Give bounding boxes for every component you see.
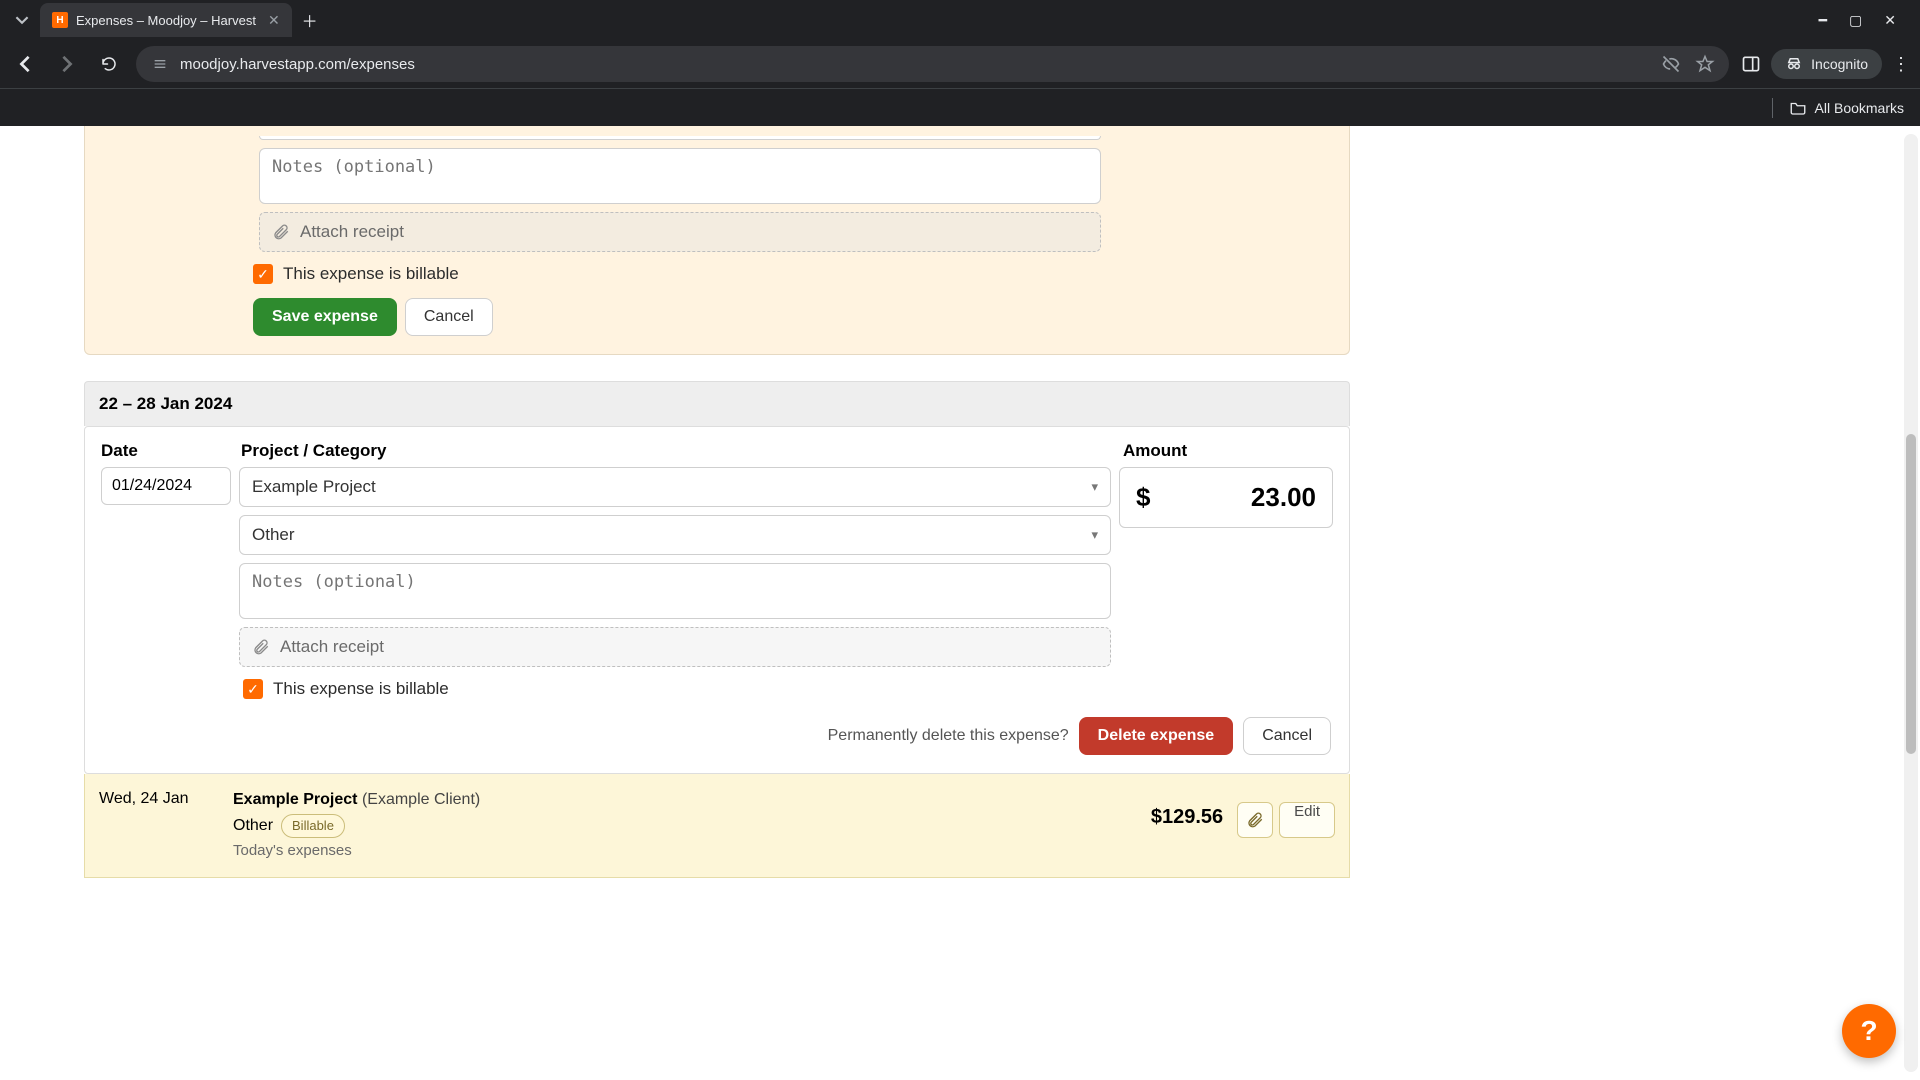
list-amount: $129.56 xyxy=(1151,788,1223,829)
expense-form-top: Attach receipt ✓ This expense is billabl… xyxy=(84,126,1350,355)
notes-input-top[interactable] xyxy=(259,148,1101,204)
new-tab-button[interactable]: ＋ xyxy=(296,6,324,34)
scrollbar-thumb[interactable] xyxy=(1906,434,1916,754)
expense-form-edit: Date Project / Category Amount 01/24/202… xyxy=(84,426,1350,774)
list-category: Other xyxy=(233,814,273,838)
delete-confirm-row: Permanently delete this expense? Delete … xyxy=(85,699,1349,773)
incognito-label: Incognito xyxy=(1811,56,1868,72)
billable-row: ✓ This expense is billable xyxy=(85,667,1349,699)
currency-symbol: $ xyxy=(1136,482,1150,513)
paperclip-icon xyxy=(252,638,270,656)
list-client: (Example Client) xyxy=(362,791,480,808)
expense-list-row: Wed, 24 Jan Example Project (Example Cli… xyxy=(84,774,1350,878)
browser-tab[interactable]: H Expenses – Moodjoy – Harvest ✕ xyxy=(40,3,292,37)
delete-expense-button[interactable]: Delete expense xyxy=(1079,717,1234,755)
address-bar[interactable]: moodjoy.harvestapp.com/expenses xyxy=(136,46,1729,82)
week-range-header: 22 – 28 Jan 2024 xyxy=(84,381,1350,426)
billable-checkbox[interactable]: ✓ xyxy=(243,679,263,699)
favicon-icon: H xyxy=(52,12,68,28)
forward-button[interactable] xyxy=(52,49,82,79)
delete-prompt-text: Permanently delete this expense? xyxy=(828,727,1069,745)
chevron-down-icon: ▾ xyxy=(1091,479,1098,495)
kebab-menu-icon[interactable]: ⋮ xyxy=(1892,54,1910,75)
billable-badge: Billable xyxy=(281,814,345,838)
attach-receipt[interactable]: Attach receipt xyxy=(239,627,1111,667)
folder-icon xyxy=(1789,99,1807,117)
paperclip-icon xyxy=(272,223,290,241)
maximize-icon[interactable]: ▢ xyxy=(1849,12,1862,29)
tab-title: Expenses – Moodjoy – Harvest xyxy=(76,13,256,28)
eye-off-icon[interactable] xyxy=(1661,54,1681,74)
col-amount-label: Amount xyxy=(1119,441,1333,461)
browser-chrome: H Expenses – Moodjoy – Harvest ✕ ＋ ━ ▢ ✕… xyxy=(0,0,1920,126)
back-button[interactable] xyxy=(10,49,40,79)
browser-toolbar: moodjoy.harvestapp.com/expenses Incognit… xyxy=(0,40,1920,88)
save-expense-button[interactable]: Save expense xyxy=(253,298,397,336)
attach-receipt-top[interactable]: Attach receipt xyxy=(259,212,1101,252)
date-input[interactable]: 01/24/2024 xyxy=(101,467,231,505)
amount-input[interactable]: $ 23.00 xyxy=(1119,467,1333,528)
billable-row-top: ✓ This expense is billable xyxy=(95,252,1339,284)
incognito-indicator[interactable]: Incognito xyxy=(1771,49,1882,79)
amount-value: 23.00 xyxy=(1251,482,1316,513)
category-select[interactable]: Other ▾ xyxy=(239,515,1111,555)
window-controls: ━ ▢ ✕ xyxy=(1819,12,1912,29)
billable-label: This expense is billable xyxy=(273,679,449,699)
side-panel-icon[interactable] xyxy=(1741,54,1761,74)
star-icon[interactable] xyxy=(1695,54,1715,74)
minimize-icon[interactable]: ━ xyxy=(1819,12,1827,29)
tab-strip: H Expenses – Moodjoy – Harvest ✕ ＋ ━ ▢ ✕ xyxy=(0,0,1920,40)
col-project-label: Project / Category xyxy=(241,441,1119,461)
incognito-icon xyxy=(1785,55,1803,73)
site-settings-icon[interactable] xyxy=(150,54,170,74)
edit-expense-button[interactable]: Edit xyxy=(1279,802,1335,838)
list-project: Example Project xyxy=(233,791,358,808)
category-select-value: Other xyxy=(252,525,295,545)
receipt-attachment-button[interactable] xyxy=(1237,802,1273,838)
attach-receipt-label: Attach receipt xyxy=(280,637,384,657)
all-bookmarks-link[interactable]: All Bookmarks xyxy=(1815,100,1904,116)
project-select[interactable]: Example Project ▾ xyxy=(239,467,1111,507)
list-notes: Today's expenses xyxy=(233,840,1137,863)
close-tab-icon[interactable]: ✕ xyxy=(268,12,280,29)
billable-checkbox-top[interactable]: ✓ xyxy=(253,264,273,284)
reload-button[interactable] xyxy=(94,49,124,79)
project-select-value: Example Project xyxy=(252,477,376,497)
close-window-icon[interactable]: ✕ xyxy=(1884,12,1896,29)
list-date: Wed, 24 Jan xyxy=(99,788,219,808)
tab-search-button[interactable] xyxy=(8,6,36,34)
cancel-button-top[interactable]: Cancel xyxy=(405,298,493,336)
cancel-delete-button[interactable]: Cancel xyxy=(1243,717,1331,755)
bookmarks-bar: All Bookmarks xyxy=(0,88,1920,126)
page-viewport: Attach receipt ✓ This expense is billabl… xyxy=(0,126,1920,1080)
notes-input[interactable] xyxy=(239,563,1111,619)
help-fab-button[interactable]: ? xyxy=(1842,1004,1896,1058)
chevron-down-icon: ▾ xyxy=(1091,527,1098,543)
url-text: moodjoy.harvestapp.com/expenses xyxy=(180,56,415,73)
page-scrollbar[interactable] xyxy=(1904,134,1918,1072)
attach-receipt-label: Attach receipt xyxy=(300,222,404,242)
billable-label-top: This expense is billable xyxy=(283,264,459,284)
col-date-label: Date xyxy=(101,441,241,461)
